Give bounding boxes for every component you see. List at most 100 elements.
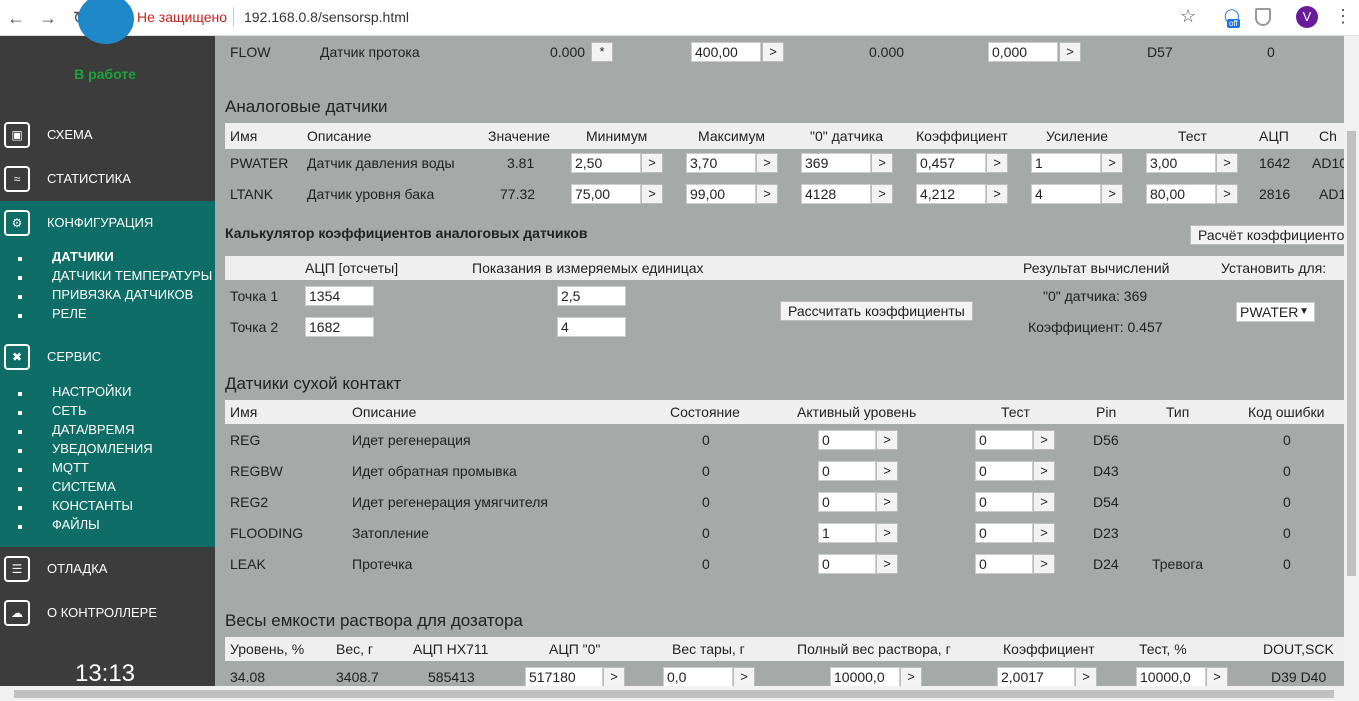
vertical-scroll-thumb[interactable] [1347, 131, 1356, 576]
horizontal-scrollbar[interactable] [0, 686, 1359, 701]
test-input[interactable]: 0 [975, 461, 1033, 481]
shield-extension-icon[interactable] [1255, 8, 1271, 26]
go-button[interactable]: > [641, 153, 663, 173]
flow-reset-button[interactable]: * [591, 42, 613, 62]
back-icon[interactable]: ← [6, 8, 26, 28]
go-button[interactable]: > [871, 153, 893, 173]
go-button[interactable]: > [1033, 523, 1055, 543]
target-select[interactable]: PWATER ▼ [1236, 302, 1315, 322]
go-button[interactable]: > [1101, 184, 1123, 204]
max-input[interactable]: 99,00 [686, 184, 756, 204]
go-button[interactable]: > [762, 42, 784, 62]
submenu-item-sensors[interactable]: ДАТЧИКИ [52, 249, 114, 264]
min-input[interactable]: 75,00 [571, 184, 641, 204]
go-button[interactable]: > [876, 461, 898, 481]
go-button[interactable]: > [1033, 492, 1055, 512]
compute-button[interactable]: Рассчитать коэффициенты [780, 301, 973, 321]
submenu-item-system[interactable]: СИСТЕМА [52, 479, 116, 494]
point1-value-input[interactable]: 2,5 [557, 286, 626, 306]
gain-input[interactable]: 1 [1031, 153, 1101, 173]
test-input[interactable]: 0 [975, 492, 1033, 512]
coef-input[interactable]: 2,0017 [997, 667, 1075, 686]
go-button[interactable]: > [986, 153, 1008, 173]
test-input[interactable]: 10000,0 [1136, 667, 1206, 686]
pins-value: D39 D40 [1271, 669, 1327, 685]
go-button[interactable]: > [756, 153, 778, 173]
vertical-scrollbar[interactable] [1344, 36, 1359, 686]
go-button[interactable]: > [641, 184, 663, 204]
go-button[interactable]: > [876, 430, 898, 450]
calc-coefficients-button[interactable]: Расчёт коэффициентов [1190, 225, 1344, 245]
submenu-item-datetime[interactable]: ДАТА/ВРЕМЯ [52, 422, 134, 437]
level-input[interactable]: 0 [818, 492, 876, 512]
col-weight: Вес, г [336, 641, 374, 657]
go-button[interactable]: > [900, 667, 922, 686]
horizontal-scroll-thumb[interactable] [14, 690, 1334, 698]
point1-adc-input[interactable]: 1354 [305, 286, 374, 306]
go-button[interactable]: > [1033, 461, 1055, 481]
sidebar-item-scheme[interactable]: ▣ СХЕМА [0, 113, 215, 157]
adc-zero-input[interactable]: 517180 [525, 667, 603, 686]
go-button[interactable]: > [876, 554, 898, 574]
sidebar-item-service[interactable]: ✖ СЕРВИС [0, 335, 215, 379]
go-button[interactable]: > [1059, 42, 1081, 62]
submenu-item-network[interactable]: СЕТЬ [52, 403, 87, 418]
forward-icon[interactable]: → [38, 8, 58, 28]
address-bar[interactable]: 192.168.0.8/sensorsp.html [244, 9, 409, 25]
flow-input-1[interactable]: 400,00 [691, 42, 761, 62]
go-button[interactable]: > [1216, 153, 1238, 173]
sidebar-item-debug[interactable]: ☰ ОТЛАДКА [0, 547, 215, 591]
go-button[interactable]: > [871, 184, 893, 204]
security-label[interactable]: Не защищено [137, 9, 227, 25]
level-input[interactable]: 0 [818, 461, 876, 481]
go-button[interactable]: > [876, 492, 898, 512]
flow-input-2[interactable]: 0,000 [988, 42, 1058, 62]
test-input[interactable]: 3,00 [1146, 153, 1216, 173]
go-button[interactable]: > [1101, 153, 1123, 173]
level-input[interactable]: 0 [818, 430, 876, 450]
profile-avatar[interactable]: V [1296, 6, 1318, 28]
zero-input[interactable]: 4128 [801, 184, 871, 204]
extension-icon[interactable]: ◯ off [1221, 7, 1243, 29]
submenu-item-relay[interactable]: РЕЛЕ [52, 306, 87, 321]
go-button[interactable]: > [603, 667, 625, 686]
submenu-item-sensor-binding[interactable]: ПРИВЯЗКА ДАТЧИКОВ [52, 287, 193, 302]
go-button[interactable]: > [1033, 554, 1055, 574]
submenu-item-mqtt[interactable]: MQTT [52, 460, 89, 475]
browser-menu-icon[interactable]: ⋮ [1334, 6, 1352, 27]
level-input[interactable]: 0 [818, 554, 876, 574]
point2-adc-input[interactable]: 1682 [305, 317, 374, 337]
sidebar-item-about[interactable]: ☁ О КОНТРОЛЛЕРЕ [0, 591, 215, 635]
test-input[interactable]: 0 [975, 430, 1033, 450]
coef-input[interactable]: 4,212 [916, 184, 986, 204]
go-button[interactable]: > [1033, 430, 1055, 450]
gain-input[interactable]: 4 [1031, 184, 1101, 204]
submenu-item-notifications[interactable]: УВЕДОМЛЕНИЯ [52, 441, 153, 456]
test-input[interactable]: 80,00 [1146, 184, 1216, 204]
submenu-item-constants[interactable]: КОНСТАНТЫ [52, 498, 133, 513]
go-button[interactable]: > [1206, 667, 1228, 686]
test-input[interactable]: 0 [975, 554, 1033, 574]
submenu-item-temp-sensors[interactable]: ДАТЧИКИ ТЕМПЕРАТУРЫ [52, 268, 212, 283]
tare-input[interactable]: 0,0 [663, 667, 733, 686]
submenu-item-files[interactable]: ФАЙЛЫ [52, 517, 100, 532]
bullet [18, 411, 22, 415]
coef-input[interactable]: 0,457 [916, 153, 986, 173]
test-input[interactable]: 0 [975, 523, 1033, 543]
go-button[interactable]: > [986, 184, 1008, 204]
go-button[interactable]: > [756, 184, 778, 204]
max-input[interactable]: 3,70 [686, 153, 756, 173]
level-input[interactable]: 1 [818, 523, 876, 543]
sidebar-item-stats[interactable]: ≈ СТАТИСТИКА [0, 157, 215, 201]
full-weight-input[interactable]: 10000,0 [830, 667, 900, 686]
zero-input[interactable]: 369 [801, 153, 871, 173]
submenu-item-settings[interactable]: НАСТРОЙКИ [52, 384, 131, 399]
go-button[interactable]: > [1216, 184, 1238, 204]
min-input[interactable]: 2,50 [571, 153, 641, 173]
bookmark-star-icon[interactable]: ☆ [1180, 6, 1196, 27]
go-button[interactable]: > [876, 523, 898, 543]
go-button[interactable]: > [1075, 667, 1097, 686]
sidebar-item-config[interactable]: ⚙ КОНФИГУРАЦИЯ [0, 201, 215, 245]
go-button[interactable]: > [733, 667, 755, 686]
point2-value-input[interactable]: 4 [557, 317, 626, 337]
